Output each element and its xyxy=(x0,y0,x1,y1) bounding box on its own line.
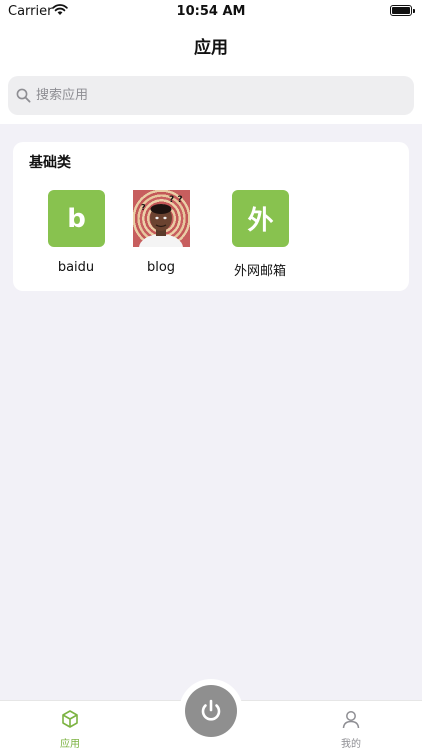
app-item-baidu[interactable]: b baidu xyxy=(36,190,116,282)
tab-me-label: 我的 xyxy=(341,739,361,750)
app-label: blog xyxy=(146,260,176,275)
letter-wai-icon: 外 xyxy=(232,190,289,247)
power-icon xyxy=(201,699,221,721)
status-bar: Carrier 10:54 AM xyxy=(0,0,422,24)
svg-text:?: ? xyxy=(141,203,146,212)
page-title: 应用 xyxy=(194,38,228,58)
svg-text:? ?: ? ? xyxy=(169,195,183,205)
tab-me[interactable]: 我的 xyxy=(311,701,391,750)
app-label: baidu xyxy=(57,260,95,275)
search-icon xyxy=(16,88,31,103)
app-item-blog[interactable]: ? ? ? blog xyxy=(121,190,201,282)
search-section xyxy=(0,68,422,124)
tab-apps[interactable]: 应用 xyxy=(30,701,110,750)
search-box[interactable] xyxy=(8,76,414,115)
person-avatar-illustration: ? ? ? xyxy=(139,195,183,247)
cube-icon xyxy=(62,710,78,728)
tab-apps-label: 应用 xyxy=(60,739,80,750)
clock: 10:54 AM xyxy=(176,4,246,19)
category-card: 基础类 b baidu ? ? ? blog 外 外网邮箱 xyxy=(13,142,409,291)
person-icon xyxy=(342,711,360,729)
navigation-bar: 应用 xyxy=(0,24,422,68)
category-title: 基础类 xyxy=(29,155,71,171)
app-label: 外网邮箱 xyxy=(233,264,286,279)
battery-icon xyxy=(390,5,415,16)
avatar-image-icon: ? ? ? xyxy=(133,190,190,247)
app-item-mail[interactable]: 外 外网邮箱 xyxy=(220,190,300,282)
letter-b-icon: b xyxy=(48,190,105,247)
search-input[interactable] xyxy=(36,76,396,115)
power-button[interactable] xyxy=(185,685,237,737)
